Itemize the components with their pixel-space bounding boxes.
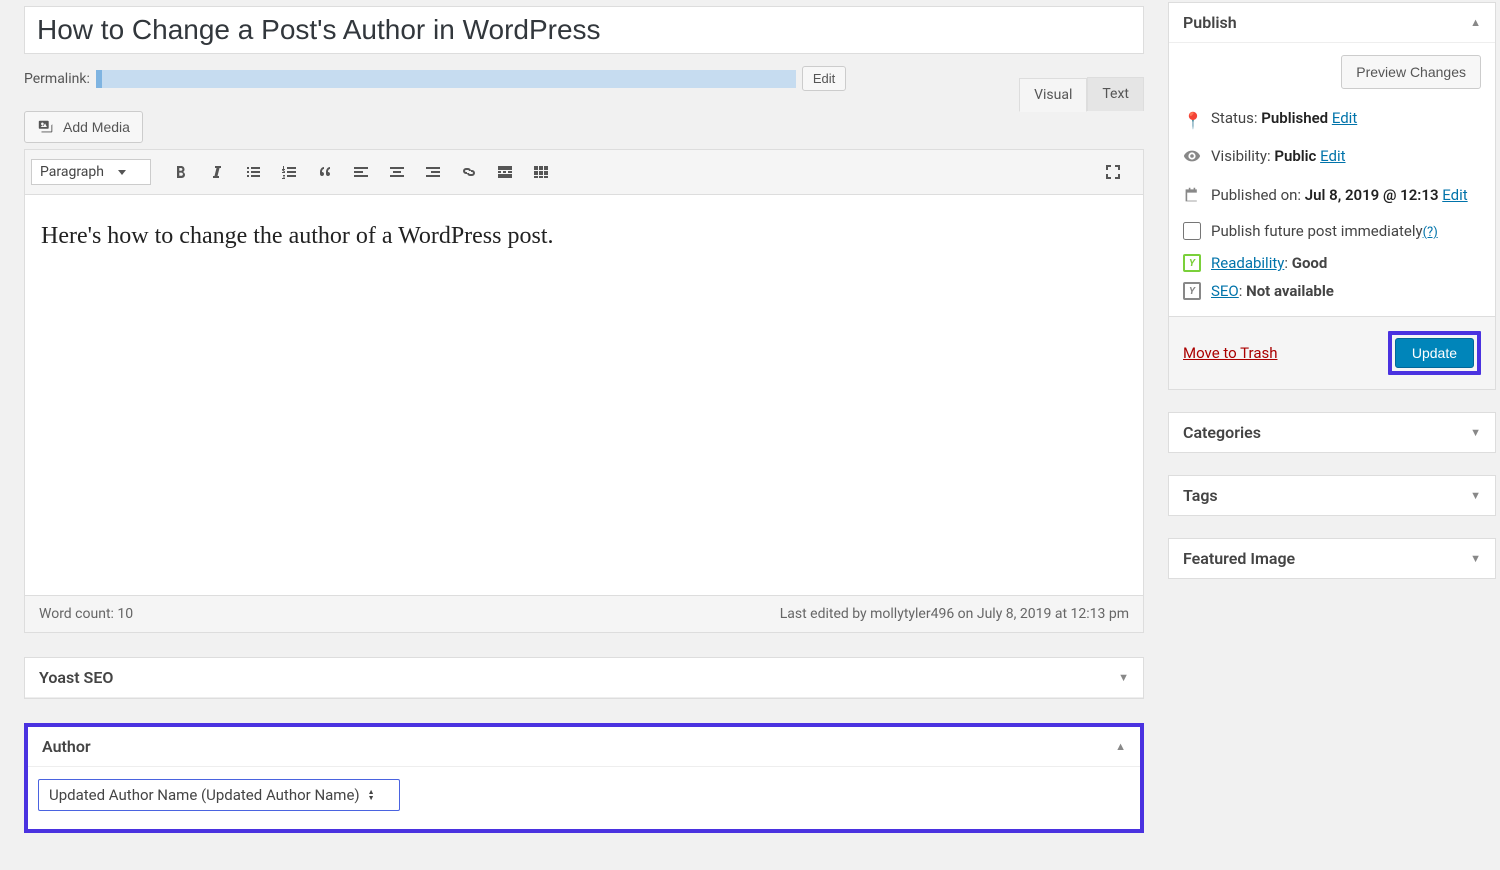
publish-future-label: Publish future post immediately xyxy=(1211,222,1423,240)
move-to-trash-link[interactable]: Move to Trash xyxy=(1183,344,1277,362)
tags-title: Tags xyxy=(1183,486,1218,505)
toolbar-toggle-button[interactable] xyxy=(523,156,559,188)
author-box-header[interactable]: Author ▲ xyxy=(28,727,1140,767)
readability-link[interactable]: Readability xyxy=(1211,254,1284,272)
chevron-down-icon: ▼ xyxy=(1118,671,1129,684)
add-media-button[interactable]: Add Media xyxy=(24,111,143,143)
italic-button[interactable] xyxy=(199,156,235,188)
edit-permalink-button[interactable]: Edit xyxy=(802,66,846,91)
edit-visibility-link[interactable]: Edit xyxy=(1320,147,1345,165)
chevron-down-icon xyxy=(118,170,126,175)
yoast-seo-box-header[interactable]: Yoast SEO ▼ xyxy=(25,658,1143,698)
published-value: Jul 8, 2019 @ 12:13 xyxy=(1305,186,1439,204)
add-media-label: Add Media xyxy=(63,119,130,135)
status-value: Published xyxy=(1261,109,1328,127)
preview-changes-button[interactable]: Preview Changes xyxy=(1341,55,1481,89)
yoast-seo-title: Yoast SEO xyxy=(39,668,113,687)
yoast-icon: Y xyxy=(1183,254,1201,272)
post-title-input[interactable] xyxy=(24,6,1144,54)
chevron-up-icon: ▲ xyxy=(1470,16,1481,29)
readability-value: Good xyxy=(1292,254,1328,272)
align-right-button[interactable] xyxy=(415,156,451,188)
status-label: Status: xyxy=(1211,109,1258,127)
featured-image-box-header[interactable]: Featured Image ▼ xyxy=(1169,539,1495,578)
fullscreen-button[interactable] xyxy=(1095,156,1131,188)
link-button[interactable] xyxy=(451,156,487,188)
publish-future-checkbox[interactable] xyxy=(1183,222,1201,240)
calendar-icon xyxy=(1183,186,1201,210)
seo-value: Not available xyxy=(1246,282,1334,300)
publish-title: Publish xyxy=(1183,13,1237,32)
visibility-value: Public xyxy=(1274,147,1316,165)
author-select[interactable]: Updated Author Name (Updated Author Name… xyxy=(38,779,400,811)
publish-box-header[interactable]: Publish ▲ xyxy=(1169,3,1495,42)
eye-icon xyxy=(1183,147,1201,172)
published-label: Published on: xyxy=(1211,186,1301,204)
align-center-button[interactable] xyxy=(379,156,415,188)
align-left-button[interactable] xyxy=(343,156,379,188)
permalink-url xyxy=(96,70,796,88)
numbered-list-button[interactable] xyxy=(271,156,307,188)
bold-button[interactable] xyxy=(163,156,199,188)
media-icon xyxy=(37,118,55,136)
author-box-title: Author xyxy=(42,737,91,756)
blockquote-button[interactable] xyxy=(307,156,343,188)
edit-status-link[interactable]: Edit xyxy=(1332,109,1357,127)
chevron-down-icon: ▼ xyxy=(1470,489,1481,502)
tags-box-header[interactable]: Tags ▼ xyxy=(1169,476,1495,515)
update-button[interactable]: Update xyxy=(1395,338,1474,368)
format-dropdown[interactable]: Paragraph xyxy=(31,159,151,185)
seo-link[interactable]: SEO xyxy=(1211,282,1239,300)
select-arrows-icon: ▲▼ xyxy=(368,789,375,801)
categories-title: Categories xyxy=(1183,423,1261,442)
format-dropdown-label: Paragraph xyxy=(40,164,104,180)
last-edited: Last edited by mollytyler496 on July 8, … xyxy=(780,606,1129,622)
bullet-list-button[interactable] xyxy=(235,156,271,188)
chevron-down-icon: ▼ xyxy=(1470,552,1481,565)
chevron-up-icon: ▲ xyxy=(1115,740,1126,753)
tab-text[interactable]: Text xyxy=(1087,77,1144,111)
word-count: Word count: 10 xyxy=(39,606,133,622)
help-link[interactable]: (?) xyxy=(1423,225,1438,240)
yoast-icon: Y xyxy=(1183,282,1201,300)
permalink-label: Permalink: xyxy=(24,71,90,87)
chevron-down-icon: ▼ xyxy=(1470,426,1481,439)
pin-icon: 📍 xyxy=(1183,109,1201,133)
featured-title: Featured Image xyxy=(1183,549,1295,568)
author-select-value: Updated Author Name (Updated Author Name… xyxy=(49,786,360,804)
edit-date-link[interactable]: Edit xyxy=(1442,186,1467,204)
read-more-button[interactable] xyxy=(487,156,523,188)
visibility-label: Visibility: xyxy=(1211,147,1271,165)
categories-box-header[interactable]: Categories ▼ xyxy=(1169,413,1495,452)
tab-visual[interactable]: Visual xyxy=(1019,78,1087,112)
editor-content[interactable]: Here's how to change the author of a Wor… xyxy=(25,195,1143,595)
